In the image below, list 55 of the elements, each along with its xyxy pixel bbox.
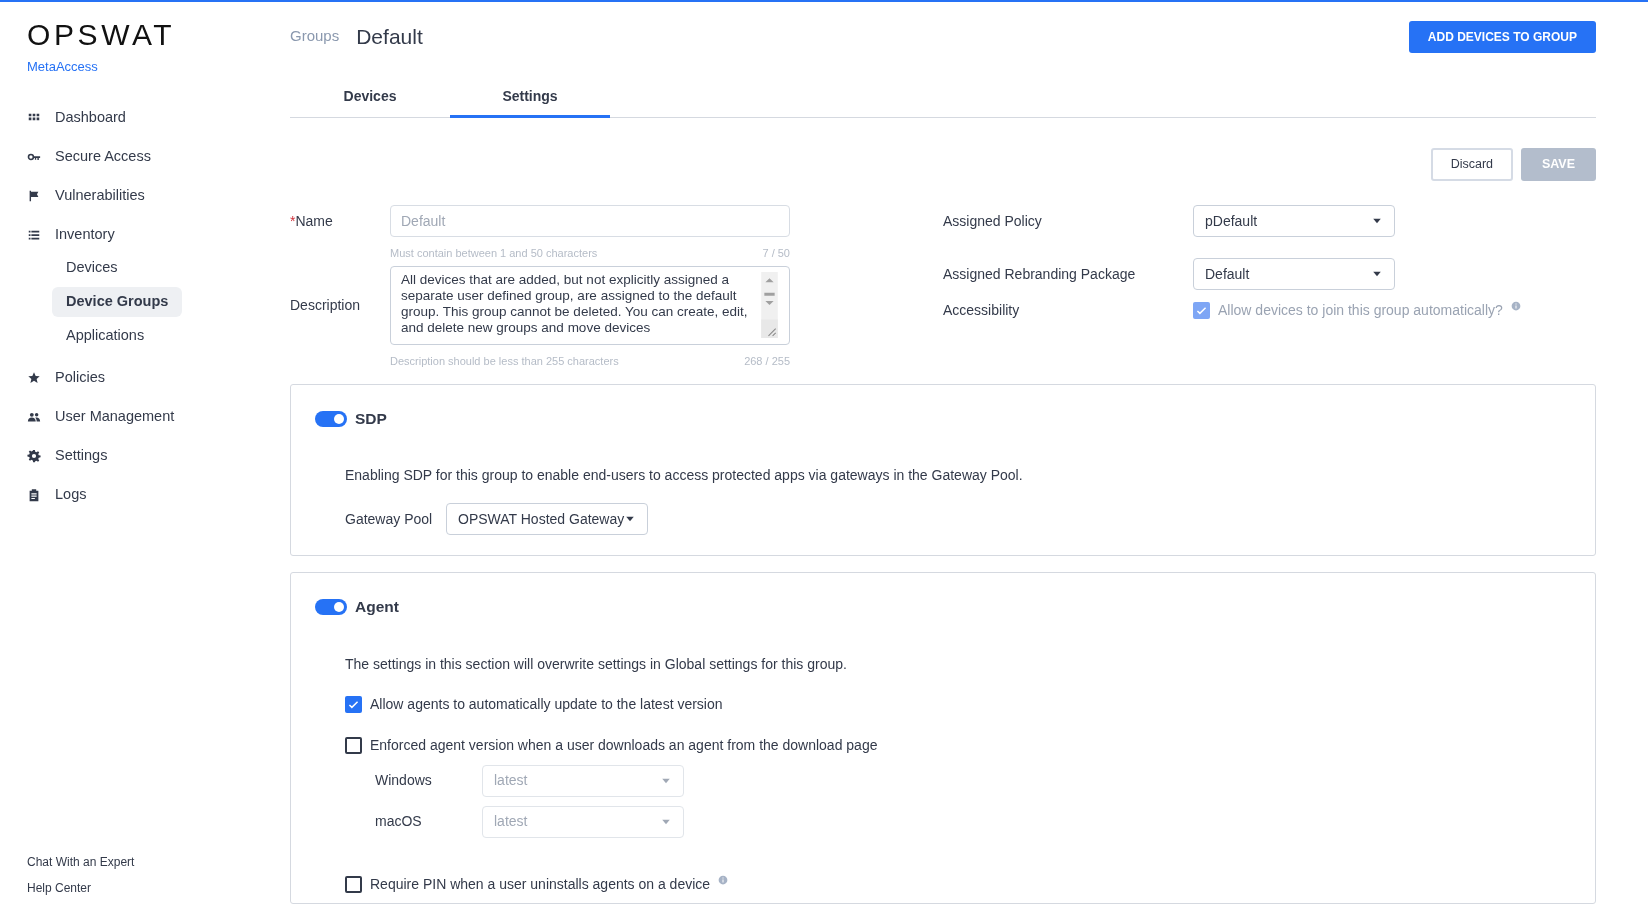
- sidebar-item[interactable]: User Management: [27, 403, 290, 430]
- checkbox[interactable]: [345, 875, 362, 893]
- sidebar-subitem[interactable]: Device Groups: [52, 286, 183, 317]
- clipboard-icon: [27, 487, 41, 502]
- checkbox-label: Enforced agent version when a user downloads an agent from the download page: [370, 735, 878, 755]
- section-description: Enabling SDP for this group to enable end-users to access protected apps via gateways in the Gateway Pool.: [345, 466, 1024, 486]
- sidebar-item[interactable]: Vulnerabilities: [27, 182, 290, 209]
- hint-text: Description should be less than 255 characters: [390, 353, 619, 369]
- star-icon: [27, 370, 41, 385]
- checkbox[interactable]: [345, 736, 362, 754]
- field-label: *Name: [290, 211, 334, 231]
- sidebar-item[interactable]: Settings: [27, 442, 290, 469]
- dropdown[interactable]: pDefault: [1193, 205, 1395, 237]
- sidebar-item[interactable]: Dashboard: [27, 104, 290, 131]
- flag-icon: [27, 188, 41, 203]
- field-label: Description: [290, 295, 362, 315]
- toggle-switch[interactable]: [315, 410, 347, 427]
- character-count: 268 / 255: [744, 353, 790, 369]
- section-title: Agent: [355, 597, 399, 618]
- footer-link[interactable]: Help Center: [27, 879, 92, 897]
- field-label: macOS: [375, 812, 423, 831]
- sidebar-item[interactable]: Inventory: [27, 221, 290, 248]
- hint-text: Must contain between 1 and 50 characters: [390, 246, 598, 261]
- section-description: The settings in this section will overwrite settings in Global settings for this group.: [345, 654, 848, 674]
- sidebar-item[interactable]: Secure Access: [27, 143, 290, 170]
- sidebar-item[interactable]: Policies: [27, 364, 290, 391]
- section-title: SDP: [355, 409, 387, 429]
- page-title: Default: [356, 23, 423, 50]
- checkbox[interactable]: [345, 695, 362, 713]
- toggle-switch[interactable]: [315, 598, 347, 615]
- tab[interactable]: Settings: [450, 78, 610, 118]
- checkbox-label: Allow devices to join this group automatically?: [1218, 301, 1503, 320]
- add-devices-button[interactable]: ADD DEVICES TO GROUP: [1408, 20, 1596, 53]
- logo-wordmark: OPSWAT: [27, 20, 177, 50]
- description-field[interactable]: All devices that are added, but not explicitly assigned a separate user defined group, are assigned to the default group. This group cannot be deleted. You can create, edit, and delete new groups and move devices: [390, 265, 790, 345]
- field-label: Accessibility: [943, 301, 1021, 320]
- scrollbar-icon: [760, 271, 779, 338]
- dropdown[interactable]: OPSWAT Hosted Gateway: [446, 503, 648, 536]
- tab[interactable]: Devices: [290, 78, 450, 118]
- checkbox-label: Allow agents to automatically update to the latest version: [370, 694, 723, 714]
- footer-link[interactable]: Chat With an Expert: [27, 853, 135, 871]
- product-name: MetaAccess: [27, 58, 99, 76]
- field-label: Assigned Rebranding Package: [943, 264, 1137, 284]
- field-label: Gateway Pool: [345, 509, 434, 529]
- settings-icon: [27, 448, 41, 463]
- sidebar-subitem[interactable]: Devices: [52, 252, 132, 283]
- field-label: Assigned Policy: [943, 211, 1043, 231]
- name-field[interactable]: Default: [390, 205, 790, 237]
- sidebar-item[interactable]: Logs: [27, 481, 290, 508]
- dropdown[interactable]: Default: [1193, 258, 1395, 290]
- sidebar-subitem[interactable]: Applications: [52, 320, 159, 351]
- checkbox-label: Require PIN when a user uninstalls agents on a device: [370, 874, 711, 894]
- field-label: Windows: [375, 771, 433, 790]
- character-count: 7 / 50: [762, 246, 790, 261]
- discard-button[interactable]: Discard: [1430, 148, 1513, 181]
